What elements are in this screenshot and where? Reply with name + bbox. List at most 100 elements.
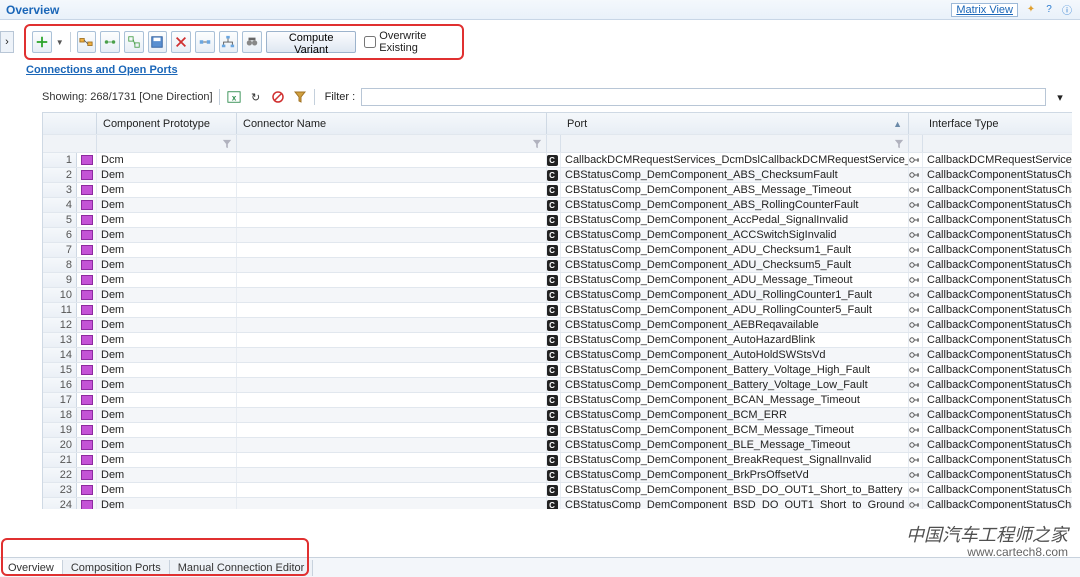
- interface-type: CallbackComponentStatusChanged: [923, 318, 1072, 332]
- row-number[interactable]: 1: [43, 153, 77, 167]
- table-row[interactable]: 1DcmCCallbackDCMRequestServices_DcmDslCa…: [43, 153, 1072, 168]
- row-number[interactable]: 24: [43, 498, 77, 509]
- connector-name: [237, 378, 547, 392]
- col-component-prototype[interactable]: Component Prototype: [97, 113, 237, 134]
- tab-overview[interactable]: Overview: [0, 560, 63, 576]
- table-row[interactable]: 8DemCCBStatusComp_DemComponent_ADU_Check…: [43, 258, 1072, 273]
- connector-name: [237, 348, 547, 362]
- table-row[interactable]: 11DemCCBStatusComp_DemComponent_ADU_Roll…: [43, 303, 1072, 318]
- row-number[interactable]: 23: [43, 483, 77, 497]
- info-icon[interactable]: ⓘ: [1060, 3, 1074, 17]
- table-row[interactable]: 17DemCCBStatusComp_DemComponent_BCAN_Mes…: [43, 393, 1072, 408]
- table-row[interactable]: 23DemCCBStatusComp_DemComponent_BSD_DO_O…: [43, 483, 1072, 498]
- filter-input[interactable]: [361, 88, 1046, 106]
- row-number[interactable]: 3: [43, 183, 77, 197]
- filter-port[interactable]: [561, 135, 909, 152]
- delete-button[interactable]: [171, 31, 191, 53]
- table-row[interactable]: 15DemCCBStatusComp_DemComponent_Battery_…: [43, 363, 1072, 378]
- matrix-view-link[interactable]: Matrix View: [951, 3, 1018, 17]
- auto-connect-button[interactable]: [77, 31, 97, 53]
- row-number[interactable]: 19: [43, 423, 77, 437]
- table-row[interactable]: 2DemCCBStatusComp_DemComponent_ABS_Check…: [43, 168, 1072, 183]
- table-row[interactable]: 21DemCCBStatusComp_DemComponent_BreakReq…: [43, 453, 1072, 468]
- component-icon: [81, 395, 93, 405]
- col-port[interactable]: Port▲: [561, 113, 909, 134]
- compute-variant-button[interactable]: Compute Variant: [266, 31, 356, 53]
- row-number[interactable]: 21: [43, 453, 77, 467]
- rowheader-column[interactable]: [43, 113, 97, 134]
- hierarchy-button[interactable]: [219, 31, 239, 53]
- tab-composition-ports[interactable]: Composition Ports: [63, 560, 170, 576]
- dropdown-arrow-icon[interactable]: ▼: [56, 38, 64, 47]
- table-row[interactable]: 19DemCCBStatusComp_DemComponent_BCM_Mess…: [43, 423, 1072, 438]
- table-row[interactable]: 6DemCCBStatusComp_DemComponent_ACCSwitch…: [43, 228, 1072, 243]
- row-number[interactable]: 2: [43, 168, 77, 182]
- row-number[interactable]: 10: [43, 288, 77, 302]
- row-number[interactable]: 9: [43, 273, 77, 287]
- clear-filter-icon[interactable]: [292, 89, 308, 105]
- row-number[interactable]: 11: [43, 303, 77, 317]
- add-button[interactable]: [32, 31, 52, 53]
- row-number[interactable]: 14: [43, 348, 77, 362]
- overwrite-existing-checkbox[interactable]: Overwrite Existing: [364, 30, 456, 54]
- table-row[interactable]: 20DemCCBStatusComp_DemComponent_BLE_Mess…: [43, 438, 1072, 453]
- refresh-icon[interactable]: ↻: [248, 89, 264, 105]
- table-row[interactable]: 9DemCCBStatusComp_DemComponent_ADU_Messa…: [43, 273, 1072, 288]
- port-name: CBStatusComp_DemComponent_ADU_RollingCou…: [561, 303, 909, 317]
- table-row[interactable]: 13DemCCBStatusComp_DemComponent_AutoHaza…: [43, 333, 1072, 348]
- row-number[interactable]: 13: [43, 333, 77, 347]
- binoculars-icon[interactable]: [242, 31, 262, 53]
- col-interface-type[interactable]: Interface Type: [923, 113, 1080, 134]
- sort-asc-icon: ▲: [893, 119, 902, 129]
- connect-ports-button[interactable]: [100, 31, 120, 53]
- connector-name: [237, 393, 547, 407]
- save-button[interactable]: [148, 31, 168, 53]
- row-number[interactable]: 15: [43, 363, 77, 377]
- table-row[interactable]: 7DemCCBStatusComp_DemComponent_ADU_Check…: [43, 243, 1072, 258]
- table-row[interactable]: 18DemCCBStatusComp_DemComponent_BCM_ERRC…: [43, 408, 1072, 423]
- row-number[interactable]: 22: [43, 468, 77, 482]
- table-row[interactable]: 16DemCCBStatusComp_DemComponent_Battery_…: [43, 378, 1072, 393]
- link-button[interactable]: [124, 31, 144, 53]
- row-number[interactable]: 6: [43, 228, 77, 242]
- row-number[interactable]: 16: [43, 378, 77, 392]
- overwrite-existing-input[interactable]: [364, 36, 376, 48]
- table-row[interactable]: 22DemCCBStatusComp_DemComponent_BrkPrsOf…: [43, 468, 1072, 483]
- component-name: Dem: [97, 303, 237, 317]
- port-name: CBStatusComp_DemComponent_AutoHazardBlin…: [561, 333, 909, 347]
- row-number[interactable]: 5: [43, 213, 77, 227]
- wand-icon[interactable]: ✦: [1024, 3, 1038, 17]
- svg-text:x: x: [231, 94, 236, 103]
- help-icon[interactable]: ?: [1042, 3, 1056, 17]
- expand-handle-button[interactable]: ›: [0, 31, 14, 53]
- row-number[interactable]: 17: [43, 393, 77, 407]
- tab-manual-connection-editor[interactable]: Manual Connection Editor: [170, 560, 314, 576]
- port-icon: C: [547, 455, 558, 466]
- refresh-view-button[interactable]: [195, 31, 215, 53]
- filter-interface[interactable]: [923, 135, 1080, 152]
- table-row[interactable]: 3DemCCBStatusComp_DemComponent_ABS_Messa…: [43, 183, 1072, 198]
- port-name: CBStatusComp_DemComponent_BreakRequest_S…: [561, 453, 909, 467]
- excel-export-icon[interactable]: x: [226, 89, 242, 105]
- table-row[interactable]: 12DemCCBStatusComp_DemComponent_AEBReqav…: [43, 318, 1072, 333]
- port-name: CBStatusComp_DemComponent_ABS_RollingCou…: [561, 198, 909, 212]
- table-row[interactable]: 10DemCCBStatusComp_DemComponent_ADU_Roll…: [43, 288, 1072, 303]
- stop-icon[interactable]: [270, 89, 286, 105]
- table-row[interactable]: 4DemCCBStatusComp_DemComponent_ABS_Rolli…: [43, 198, 1072, 213]
- row-number[interactable]: 12: [43, 318, 77, 332]
- showing-label: Showing: 268/1731 [One Direction]: [42, 91, 213, 103]
- grid-body[interactable]: 1DcmCCallbackDCMRequestServices_DcmDslCa…: [43, 153, 1072, 509]
- port-icon: C: [547, 155, 558, 166]
- table-row[interactable]: 24DemCCBStatusComp_DemComponent_BSD_DO_O…: [43, 498, 1072, 509]
- row-number[interactable]: 8: [43, 258, 77, 272]
- table-row[interactable]: 5DemCCBStatusComp_DemComponent_AccPedal_…: [43, 213, 1072, 228]
- row-number[interactable]: 7: [43, 243, 77, 257]
- col-connector-name[interactable]: Connector Name: [237, 113, 547, 134]
- filter-component[interactable]: [97, 135, 237, 152]
- row-number[interactable]: 4: [43, 198, 77, 212]
- filter-connector[interactable]: [237, 135, 547, 152]
- row-number[interactable]: 18: [43, 408, 77, 422]
- table-row[interactable]: 14DemCCBStatusComp_DemComponent_AutoHold…: [43, 348, 1072, 363]
- row-number[interactable]: 20: [43, 438, 77, 452]
- filter-dropdown-icon[interactable]: ▾: [1052, 89, 1068, 105]
